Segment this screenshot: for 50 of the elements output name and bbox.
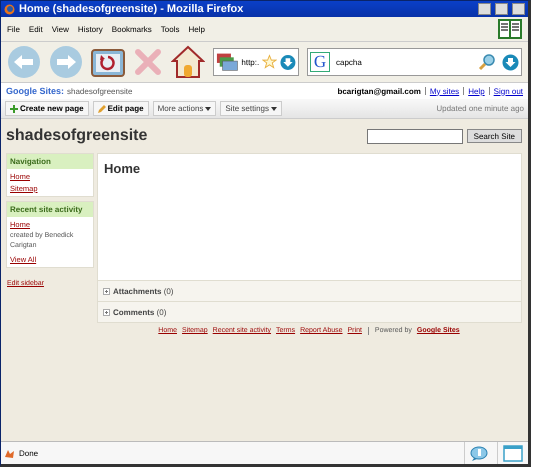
browser-logo-icon <box>4 4 15 14</box>
expand-icon[interactable] <box>103 288 110 294</box>
panel-title: Navigation <box>7 154 93 169</box>
menu-item[interactable]: File <box>7 24 20 34</box>
action-button[interactable]: Site settings <box>220 101 282 116</box>
expand-icon[interactable] <box>103 308 110 316</box>
go-icon[interactable] <box>280 54 296 70</box>
action-button[interactable]: More actions <box>152 101 216 116</box>
search-field[interactable]: G capcha <box>307 48 522 76</box>
reload-icon[interactable] <box>91 47 125 77</box>
section-title[interactable]: Comments (0) <box>113 308 166 316</box>
menu-item[interactable]: Tools <box>160 24 180 34</box>
maximize-button[interactable] <box>495 3 508 15</box>
go-icon[interactable] <box>502 54 519 70</box>
caret-icon <box>270 106 277 110</box>
updated-note: Updated one minute ago <box>436 104 524 113</box>
account-link[interactable]: My sites <box>430 86 460 96</box>
account-link[interactable]: Sign out <box>494 86 523 96</box>
account-link[interactable]: Help <box>468 86 485 96</box>
page-title: Home <box>104 161 140 176</box>
close-button[interactable] <box>512 3 525 15</box>
window-icon <box>503 444 523 462</box>
pencil-icon <box>98 104 106 112</box>
star-icon[interactable] <box>262 54 278 70</box>
menu-item[interactable]: History <box>78 24 103 34</box>
windows-icon <box>216 52 238 72</box>
status-text: Done <box>19 448 40 458</box>
action-button[interactable]: Create new page <box>5 101 89 116</box>
minimize-button[interactable] <box>478 3 491 15</box>
search-site-button[interactable]: Search Site <box>466 129 522 143</box>
menu-item[interactable]: View <box>52 24 69 34</box>
address-field[interactable]: http:. <box>213 48 299 76</box>
home-icon[interactable] <box>171 45 205 79</box>
speech-bubble-icon <box>470 446 488 460</box>
caret-icon <box>205 106 212 110</box>
site-title: shadesofgreensite <box>6 127 148 145</box>
panel-title: Recent site activity <box>7 202 93 217</box>
search-icon[interactable] <box>478 53 496 71</box>
book-icon[interactable] <box>498 19 522 39</box>
site-search-field[interactable] <box>366 128 463 144</box>
menu-item[interactable]: Bookmarks <box>112 24 152 34</box>
user-email: bcarigtan@gmail.com <box>337 86 421 96</box>
brand-label: Google Sites: <box>6 86 64 96</box>
site-name: shadesofgreensite <box>67 86 132 96</box>
plus-icon <box>10 104 18 112</box>
section-title[interactable]: Attachments (0) <box>113 286 174 296</box>
window-title: Home (shadesofgreensite) - Mozilla Firefox <box>19 3 244 15</box>
action-button[interactable]: Edit page <box>92 101 149 116</box>
menu-item[interactable]: Edit <box>28 24 43 34</box>
menu-item[interactable]: Help <box>188 24 205 34</box>
